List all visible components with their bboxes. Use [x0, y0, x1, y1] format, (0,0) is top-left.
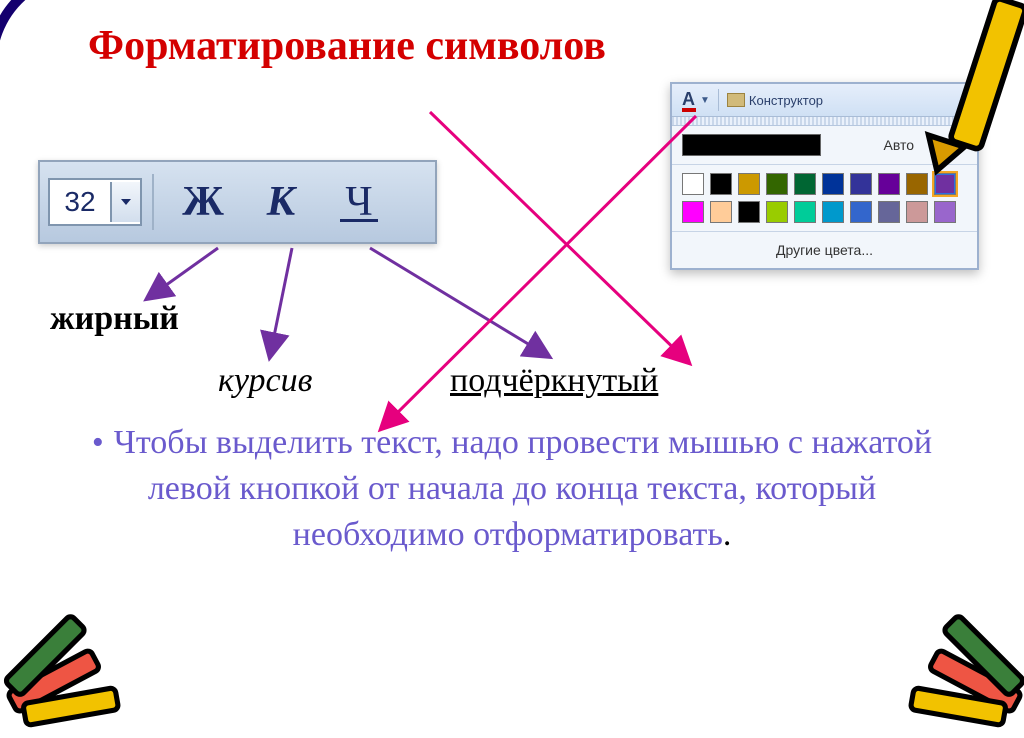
- label-bold: жирный: [50, 300, 179, 338]
- color-swatch[interactable]: [794, 173, 816, 195]
- color-swatch[interactable]: [738, 173, 760, 195]
- color-picker-header: A ▼ Конструктор: [672, 84, 977, 117]
- font-color-button[interactable]: A ▼: [678, 89, 714, 112]
- constructor-icon: [727, 93, 745, 107]
- slide-title: Форматирование символов: [88, 22, 606, 70]
- body-text: • Чтобы выделить текст, надо провести мыш…: [90, 420, 934, 558]
- color-swatch[interactable]: [682, 173, 704, 195]
- body-content: Чтобы выделить текст, надо провести мышь…: [114, 424, 932, 553]
- chevron-down-icon: ▼: [700, 95, 710, 106]
- font-size-combo[interactable]: 32: [48, 178, 142, 226]
- color-swatch[interactable]: [822, 173, 844, 195]
- header-separator: [718, 89, 719, 111]
- color-swatch[interactable]: [878, 201, 900, 223]
- bold-button[interactable]: Ж: [168, 172, 238, 232]
- auto-swatch: [682, 134, 821, 156]
- italic-button[interactable]: К: [246, 172, 316, 232]
- toolbar-separator: [152, 174, 154, 230]
- color-swatch[interactable]: [906, 173, 928, 195]
- auto-label: Авто: [831, 137, 968, 153]
- auto-color-row[interactable]: Авто: [672, 126, 977, 165]
- picker-grip: [672, 117, 977, 126]
- color-swatch[interactable]: [906, 201, 928, 223]
- color-row: [682, 201, 967, 223]
- font-size-value: 32: [50, 186, 110, 218]
- color-swatch[interactable]: [710, 201, 732, 223]
- constructor-label: Конструктор: [749, 93, 823, 108]
- decoration-bottom-right: [869, 568, 1024, 738]
- color-row: [682, 173, 967, 195]
- more-colors-button[interactable]: Другие цвета...: [672, 232, 977, 268]
- format-toolbar: 32 Ж К Ч: [38, 160, 437, 244]
- font-color-A-icon: A: [682, 89, 696, 110]
- bullet-icon: •: [92, 424, 104, 461]
- label-italic: курсив: [218, 362, 312, 400]
- underline-button[interactable]: Ч: [324, 172, 394, 232]
- decoration-bottom-left: [0, 568, 160, 738]
- color-swatch[interactable]: [794, 201, 816, 223]
- color-swatch[interactable]: [766, 201, 788, 223]
- color-swatch[interactable]: [738, 201, 760, 223]
- color-swatch[interactable]: [850, 201, 872, 223]
- body-stop: .: [723, 516, 732, 553]
- color-swatch[interactable]: [766, 173, 788, 195]
- color-grid: [672, 165, 977, 232]
- color-picker-panel: A ▼ Конструктор Авто Другие цвета...: [670, 82, 979, 270]
- color-swatch[interactable]: [878, 173, 900, 195]
- constructor-button[interactable]: Конструктор: [723, 93, 827, 108]
- color-swatch[interactable]: [710, 173, 732, 195]
- decoration-top-left: [0, 0, 62, 100]
- color-swatch[interactable]: [822, 201, 844, 223]
- color-swatch[interactable]: [850, 173, 872, 195]
- color-swatch[interactable]: [934, 173, 956, 195]
- color-swatch[interactable]: [682, 201, 704, 223]
- color-swatch[interactable]: [934, 201, 956, 223]
- font-size-dropdown-icon[interactable]: [110, 182, 140, 222]
- label-underline: подчёркнутый: [450, 362, 658, 400]
